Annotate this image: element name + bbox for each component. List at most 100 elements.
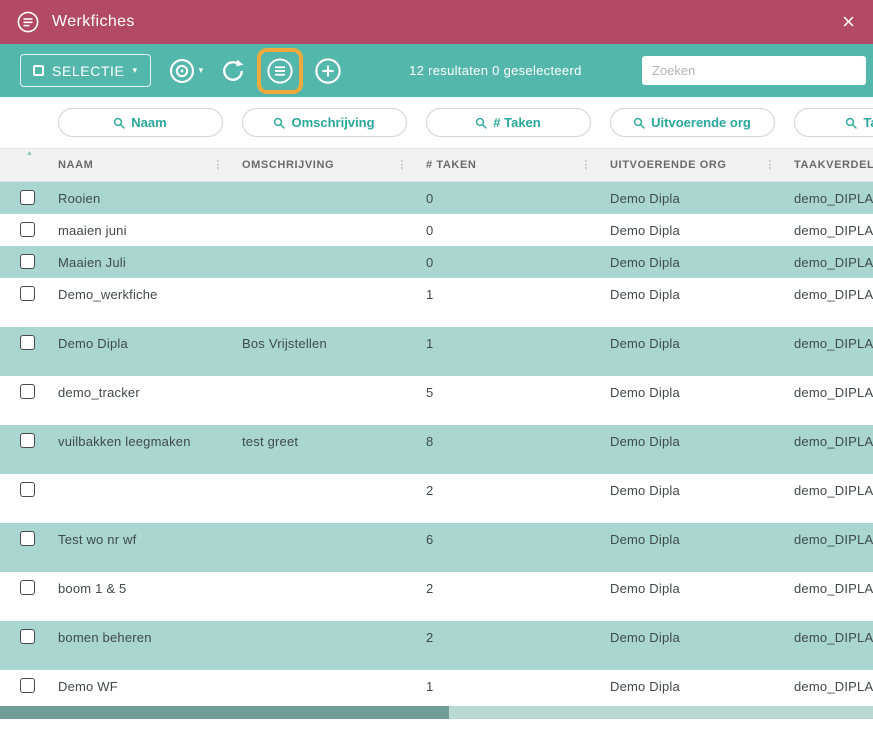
- table-row[interactable]: maaien juni 0 Demo Dipla demo_DIPLA_: [0, 214, 873, 246]
- checkbox-cell: [0, 621, 48, 644]
- cell-taken: 2: [416, 621, 600, 645]
- row-checkbox[interactable]: [20, 629, 35, 644]
- cell-taakverdeling: demo_DIPLA_: [784, 523, 873, 547]
- filter-taakverdeling-button[interactable]: Taakve: [794, 108, 873, 137]
- table-row[interactable]: 2 Demo Dipla demo_DIPLA_: [0, 474, 873, 523]
- highlight-annotation-box: [257, 48, 303, 94]
- row-checkbox[interactable]: [20, 335, 35, 350]
- filter-taken-button[interactable]: # Taken: [426, 108, 591, 137]
- table-row[interactable]: Rooien 0 Demo Dipla demo_DIPLA_: [0, 182, 873, 214]
- column-header-label: TAAKVERDEL: [794, 159, 873, 171]
- checkbox-cell: [0, 278, 48, 301]
- column-header-label: OMSCHRIJVING: [242, 159, 334, 171]
- cell-omschrijving: [232, 670, 416, 679]
- row-checkbox[interactable]: [20, 580, 35, 595]
- row-checkbox[interactable]: [20, 433, 35, 448]
- selectie-dropdown-button[interactable]: SELECTIE ▾: [20, 54, 151, 87]
- cell-taakverdeling: demo_DIPLA_: [784, 214, 873, 238]
- cell-taakverdeling: demo_DIPLA_: [784, 474, 873, 498]
- sort-asc-icon[interactable]: ▲: [26, 150, 34, 157]
- cell-taken: 0: [416, 246, 600, 270]
- row-checkbox[interactable]: [20, 254, 35, 269]
- column-header-taakverdeling[interactable]: TAAKVERDEL: [784, 149, 873, 181]
- cell-uitvoerende-org: Demo Dipla: [600, 246, 784, 270]
- column-header-uitvoerende-org[interactable]: UITVOERENDE ORG ⋮: [600, 149, 784, 181]
- list-circle-icon: [16, 10, 40, 34]
- refresh-icon: [219, 57, 247, 85]
- cell-omschrijving: [232, 182, 416, 191]
- checkbox-cell: [0, 523, 48, 546]
- cell-uitvoerende-org: Demo Dipla: [600, 523, 784, 547]
- row-checkbox[interactable]: [20, 678, 35, 693]
- cell-taakverdeling: demo_DIPLA_: [784, 327, 873, 351]
- horizontal-scrollbar-thumb[interactable]: [0, 706, 449, 719]
- view-options-button[interactable]: ▾: [167, 56, 204, 86]
- table-row[interactable]: Demo WF 1 Demo Dipla demo_DIPLA_: [0, 670, 873, 706]
- filter-label: Omschrijving: [291, 115, 374, 130]
- search-input[interactable]: [642, 56, 866, 85]
- list-view-button[interactable]: [265, 56, 295, 86]
- table-row[interactable]: Test wo nr wf 6 Demo Dipla demo_DIPLA_: [0, 523, 873, 572]
- list-circle-icon: [265, 56, 295, 86]
- row-checkbox[interactable]: [20, 531, 35, 546]
- table-row[interactable]: Demo_werkfiche 1 Demo Dipla demo_DIPLA_: [0, 278, 873, 327]
- column-separator-icon: ⋮: [764, 158, 776, 171]
- checkbox-cell: [0, 474, 48, 497]
- table-header-row: ▲ NAAM ⋮ OMSCHRIJVING ⋮ # TAKEN ⋮ UITVOE…: [0, 148, 873, 182]
- column-separator-icon: ⋮: [396, 158, 408, 171]
- checkbox-square-icon: [33, 65, 44, 76]
- row-checkbox[interactable]: [20, 482, 35, 497]
- cell-uitvoerende-org: Demo Dipla: [600, 425, 784, 449]
- cell-uitvoerende-org: Demo Dipla: [600, 214, 784, 238]
- horizontal-scrollbar[interactable]: [0, 706, 873, 719]
- selectie-label: SELECTIE: [52, 63, 125, 79]
- cell-naam: [48, 474, 232, 483]
- cell-taken: 8: [416, 425, 600, 449]
- cell-taken: 0: [416, 214, 600, 238]
- cell-taakverdeling: demo_DIPLA_: [784, 376, 873, 400]
- column-header-naam[interactable]: NAAM ⋮: [48, 149, 232, 181]
- results-count: 12 resultaten 0 geselecteerd: [409, 63, 581, 78]
- cell-naam: boom 1 & 5: [48, 572, 232, 596]
- table-row[interactable]: Maaien Juli 0 Demo Dipla demo_DIPLA_: [0, 246, 873, 278]
- table-row[interactable]: demo_tracker 5 Demo Dipla demo_DIPLA_: [0, 376, 873, 425]
- cell-taken: 2: [416, 474, 600, 498]
- add-button[interactable]: [313, 56, 343, 86]
- filter-naam-button[interactable]: Naam: [58, 108, 223, 137]
- row-checkbox[interactable]: [20, 190, 35, 205]
- row-number-column-header: ▲: [0, 149, 48, 181]
- window-title: Werkfiches: [52, 13, 135, 31]
- cell-naam: Demo Dipla: [48, 327, 232, 351]
- column-header-label: UITVOERENDE ORG: [610, 159, 727, 171]
- filter-uitvoerende-org-button[interactable]: Uitvoerende org: [610, 108, 775, 137]
- filter-label: Taakve: [863, 115, 873, 130]
- cell-omschrijving: [232, 621, 416, 630]
- column-header-omschrijving[interactable]: OMSCHRIJVING ⋮: [232, 149, 416, 181]
- table-row[interactable]: bomen beheren 2 Demo Dipla demo_DIPLA_: [0, 621, 873, 670]
- cell-omschrijving: [232, 523, 416, 532]
- table-row[interactable]: Demo Dipla Bos Vrijstellen 1 Demo Dipla …: [0, 327, 873, 376]
- cell-taken: 5: [416, 376, 600, 400]
- close-icon[interactable]: ×: [842, 11, 855, 33]
- cell-uitvoerende-org: Demo Dipla: [600, 182, 784, 206]
- search-icon: [475, 117, 487, 129]
- table-row[interactable]: vuilbakken leegmaken test greet 8 Demo D…: [0, 425, 873, 474]
- cell-taken: 1: [416, 327, 600, 351]
- column-header-label: # TAKEN: [426, 159, 476, 171]
- cell-uitvoerende-org: Demo Dipla: [600, 572, 784, 596]
- search-icon: [273, 117, 285, 129]
- refresh-button[interactable]: [219, 57, 247, 85]
- filter-omschrijving-button[interactable]: Omschrijving: [242, 108, 407, 137]
- filter-row: Naam Omschrijving # Taken Uitvoerende or…: [0, 97, 873, 148]
- row-checkbox[interactable]: [20, 384, 35, 399]
- cell-taakverdeling: demo_DIPLA_: [784, 572, 873, 596]
- plus-circle-icon: [313, 56, 343, 86]
- search-icon: [633, 117, 645, 129]
- row-checkbox[interactable]: [20, 286, 35, 301]
- cell-uitvoerende-org: Demo Dipla: [600, 376, 784, 400]
- table-row[interactable]: boom 1 & 5 2 Demo Dipla demo_DIPLA_: [0, 572, 873, 621]
- column-header-taken[interactable]: # TAKEN ⋮: [416, 149, 600, 181]
- cell-taakverdeling: demo_DIPLA_: [784, 182, 873, 206]
- cell-naam: Rooien: [48, 182, 232, 206]
- row-checkbox[interactable]: [20, 222, 35, 237]
